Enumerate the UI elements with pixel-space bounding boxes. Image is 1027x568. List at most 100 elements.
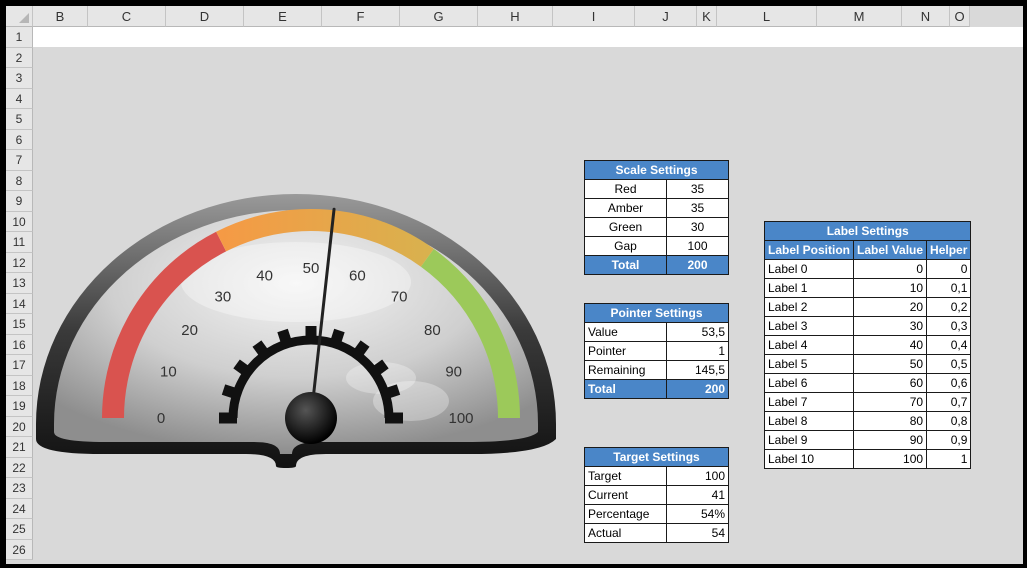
table-row: Label 10 100 1	[763, 449, 972, 469]
table-cell[interactable]: 80	[853, 411, 928, 431]
table-cell[interactable]: Green	[584, 217, 667, 237]
table-row: Remaining 145,5	[584, 360, 729, 380]
table-cell[interactable]: Label 5	[763, 354, 855, 374]
table-cell[interactable]: Amber	[584, 198, 667, 218]
table-cell[interactable]: 35	[666, 179, 729, 199]
table-cell[interactable]: 1	[666, 341, 729, 361]
pointer-settings-table: Pointer Settings Value 53,5 Pointer 1 Remain…	[584, 303, 729, 399]
total-cell[interactable]: Total	[584, 379, 667, 399]
table-cell[interactable]: 145,5	[666, 360, 729, 380]
table-cell[interactable]: 0,4	[926, 335, 972, 355]
table-cell[interactable]: Remaining	[584, 360, 667, 380]
table-row: Gap 100	[584, 236, 729, 256]
table-cell[interactable]: 0,8	[926, 411, 972, 431]
table-cell[interactable]: Label 2	[763, 297, 855, 317]
table-cell[interactable]: Label 3	[763, 316, 855, 336]
table-cell[interactable]: 0,3	[926, 316, 972, 336]
table-cell[interactable]: Label 4	[763, 335, 855, 355]
table-row: Pointer 1	[584, 341, 729, 361]
table-cell[interactable]: 0,5	[926, 354, 972, 374]
tick-label: 30	[214, 289, 231, 306]
table-cell[interactable]: 53,5	[666, 322, 729, 342]
table-cell[interactable]: 90	[853, 430, 928, 450]
table-cell[interactable]: 0,1	[926, 278, 972, 298]
table-cell[interactable]: Label 7	[763, 392, 855, 412]
table-cell[interactable]: Percentage	[584, 504, 667, 524]
table-cell[interactable]: Red	[584, 179, 667, 199]
table-cell[interactable]: 30	[666, 217, 729, 237]
table-cell[interactable]: Gap	[584, 236, 667, 256]
table-cell[interactable]: 30	[853, 316, 928, 336]
table-cell[interactable]: Label 6	[763, 373, 855, 393]
table-cell[interactable]: 0,2	[926, 297, 972, 317]
tick-label: 20	[181, 322, 198, 339]
table-row: Current 41	[584, 485, 729, 505]
target-settings-title: Target Settings	[584, 447, 729, 467]
column-header[interactable]: M	[817, 6, 902, 27]
row-header[interactable]: 24	[6, 498, 33, 519]
column-header[interactable]: K	[697, 6, 717, 27]
row-header[interactable]: 25	[6, 519, 33, 540]
row-header[interactable]: 26	[6, 539, 33, 560]
table-cell[interactable]: 0	[853, 259, 928, 279]
table-row: Label 3 30 0,3	[763, 316, 972, 336]
column-header[interactable]: L	[717, 6, 817, 27]
table-row: Label 1 10 0,1	[763, 278, 972, 298]
tick-label: 60	[349, 267, 366, 284]
table-cell[interactable]: 0	[926, 259, 972, 279]
table-cell[interactable]: 54	[666, 523, 729, 543]
tick-label: 0	[157, 410, 165, 427]
table-cell[interactable]: Label 9	[763, 430, 855, 450]
table-cell[interactable]: 20	[853, 297, 928, 317]
pointer-settings-title: Pointer Settings	[584, 303, 729, 323]
table-cell[interactable]: Label 0	[763, 259, 855, 279]
table-row: Target 100	[584, 466, 729, 486]
gauge-hub	[285, 392, 337, 444]
table-cell[interactable]: Actual	[584, 523, 667, 543]
table-cell[interactable]: 10	[853, 278, 928, 298]
table-row: Label 2 20 0,2	[763, 297, 972, 317]
table-cell[interactable]: Pointer	[584, 341, 667, 361]
table-cell[interactable]: 100	[666, 466, 729, 486]
table-cell[interactable]: 0,7	[926, 392, 972, 412]
tick-label: 90	[445, 364, 462, 381]
scale-settings-title: Scale Settings	[584, 160, 729, 180]
label-settings-title: Label Settings	[763, 221, 972, 241]
table-cell[interactable]: 50	[853, 354, 928, 374]
total-cell[interactable]: Total	[584, 255, 667, 275]
table-cell[interactable]: Label 8	[763, 411, 855, 431]
table-cell[interactable]: 40	[853, 335, 928, 355]
total-cell[interactable]: 200	[666, 379, 729, 399]
table-row: Label 8 80 0,8	[763, 411, 972, 431]
column-header[interactable]: N	[902, 6, 950, 27]
table-cell[interactable]: Value	[584, 322, 667, 342]
table-cell[interactable]: 35	[666, 198, 729, 218]
spreadsheet: BCDEFGHIJKLMNO 1 2 3 4 5 6 7 8 9 10 11 12 13 14 15 16 17…	[6, 6, 1023, 564]
table-cell[interactable]: 54%	[666, 504, 729, 524]
table-cell[interactable]: 41	[666, 485, 729, 505]
column-heading: Helper	[926, 240, 972, 260]
table-cell[interactable]: 100	[853, 449, 928, 469]
table-cell[interactable]: 0,9	[926, 430, 972, 450]
total-row: Total 200	[584, 255, 729, 275]
table-cell[interactable]: 0,6	[926, 373, 972, 393]
column-header[interactable]: J	[635, 6, 697, 27]
table-cell[interactable]: 100	[666, 236, 729, 256]
table-cell[interactable]: 70	[853, 392, 928, 412]
table-row: Label 5 50 0,5	[763, 354, 972, 374]
target-settings-table: Target Settings Target 100 Current 41 Percen…	[584, 447, 729, 543]
table-row: Red 35	[584, 179, 729, 199]
tick-label: 80	[424, 322, 441, 339]
table-cell[interactable]: 1	[926, 449, 972, 469]
column-header[interactable]: O	[950, 6, 970, 27]
table-row: Label 6 60 0,6	[763, 373, 972, 393]
table-cell[interactable]: Label 10	[763, 449, 855, 469]
scale-settings-table: Scale Settings Red 35 Amber 35 Green 30 Gap 100…	[584, 160, 729, 275]
table-cell[interactable]: Current	[584, 485, 667, 505]
total-row: Total 200	[584, 379, 729, 399]
table-cell[interactable]: Label 1	[763, 278, 855, 298]
table-cell[interactable]: 60	[853, 373, 928, 393]
total-cell[interactable]: 200	[666, 255, 729, 275]
table-row: Green 30	[584, 217, 729, 237]
table-cell[interactable]: Target	[584, 466, 667, 486]
